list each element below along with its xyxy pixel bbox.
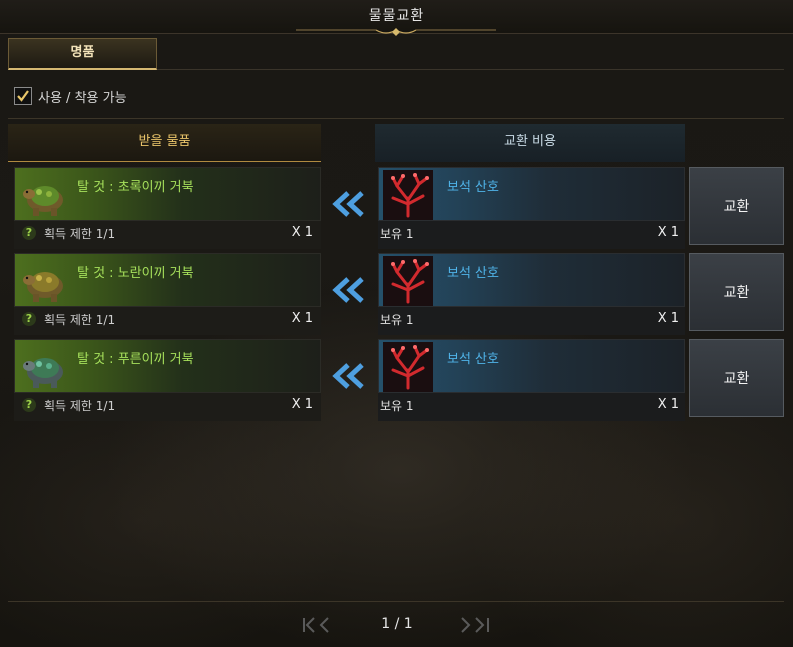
receive-item-name: 탈 것 : 푸른이끼 거북 [77,352,194,367]
cost-item: 보석 산호 보유 1 X 1 [378,253,685,335]
receive-item-name: 탈 것 : 노란이끼 거북 [77,266,194,281]
exchange-row: 탈 것 : 초록이끼 거북 ? 획득 제한 1/1 X 1 보석 산호 보유 1… [0,167,793,249]
yellow-moss-turtle-mount-icon [23,272,63,302]
acquire-limit: 획득 제한 1/1 [44,399,116,413]
receive-header: 받을 물품 [8,124,321,162]
cost-item: 보석 산호 보유 1 X 1 [378,339,685,421]
cost-header: 교환 비용 [375,124,685,162]
cost-item-name: 보석 산호 [447,180,499,195]
title-ornament-icon [296,28,496,36]
owned-count: 보유 1 [380,227,414,241]
cost-quantity: X 1 [657,397,679,412]
exchange-button[interactable]: 교환 [689,167,784,245]
cost-item-card[interactable]: 보석 산호 [378,167,685,221]
owned-count: 보유 1 [380,399,414,413]
exchange-row: 탈 것 : 노란이끼 거북 ? 획득 제한 1/1 X 1 보석 산호 보유 1… [0,253,793,335]
double-chevron-left-icon [332,363,364,389]
check-icon [17,90,29,102]
receive-item: 탈 것 : 초록이끼 거북 ? 획득 제한 1/1 X 1 [14,167,321,249]
tab-divider [157,69,784,70]
exchange-button[interactable]: 교환 [689,339,784,417]
usable-filter-label: 사용 / 착용 가능 [38,90,127,106]
jewel-coral-icon [383,170,433,220]
cost-item-name: 보석 산호 [447,352,499,367]
tab-masterpiece[interactable]: 명품 [8,38,157,70]
jewel-coral-icon [383,342,433,392]
receive-item-card[interactable]: 탈 것 : 초록이끼 거북 [14,167,321,221]
cost-item-card[interactable]: 보석 산호 [378,253,685,307]
usable-filter[interactable]: 사용 / 착용 가능 [14,86,127,106]
owned-count: 보유 1 [380,313,414,327]
cost-quantity: X 1 [657,311,679,326]
question-icon[interactable]: ? [22,226,36,240]
usable-checkbox[interactable] [14,87,32,105]
green-moss-turtle-mount-icon [23,186,63,216]
cost-quantity: X 1 [657,225,679,240]
jewel-coral-icon [383,256,433,306]
window-title: 물물교환 [368,8,425,24]
receive-item: 탈 것 : 푸른이끼 거북 ? 획득 제한 1/1 X 1 [14,339,321,421]
double-chevron-left-icon [332,191,364,217]
receive-quantity: X 1 [291,311,313,326]
question-icon[interactable]: ? [22,398,36,412]
acquire-limit: 획득 제한 1/1 [44,227,116,241]
first-prev-page-icon[interactable] [300,612,336,638]
receive-item: 탈 것 : 노란이끼 거북 ? 획득 제한 1/1 X 1 [14,253,321,335]
cost-item-name: 보석 산호 [447,266,499,281]
double-chevron-left-icon [332,277,364,303]
exchange-button[interactable]: 교환 [689,253,784,331]
cost-item-card[interactable]: 보석 산호 [378,339,685,393]
cost-item: 보석 산호 보유 1 X 1 [378,167,685,249]
receive-item-card[interactable]: 탈 것 : 노란이끼 거북 [14,253,321,307]
acquire-limit: 획득 제한 1/1 [44,313,116,327]
exchange-row: 탈 것 : 푸른이끼 거북 ? 획득 제한 1/1 X 1 보석 산호 보유 1… [0,339,793,421]
receive-item-name: 탈 것 : 초록이끼 거북 [77,180,194,195]
blue-moss-turtle-mount-icon [23,358,63,388]
question-icon[interactable]: ? [22,312,36,326]
receive-item-card[interactable]: 탈 것 : 푸른이끼 거북 [14,339,321,393]
receive-quantity: X 1 [291,225,313,240]
next-last-page-icon[interactable] [456,612,492,638]
divider [8,118,784,119]
bottom-divider [8,601,784,602]
receive-quantity: X 1 [291,397,313,412]
title-bar: 물물교환 [0,0,793,36]
page-indicator: 1 / 1 [381,616,413,632]
